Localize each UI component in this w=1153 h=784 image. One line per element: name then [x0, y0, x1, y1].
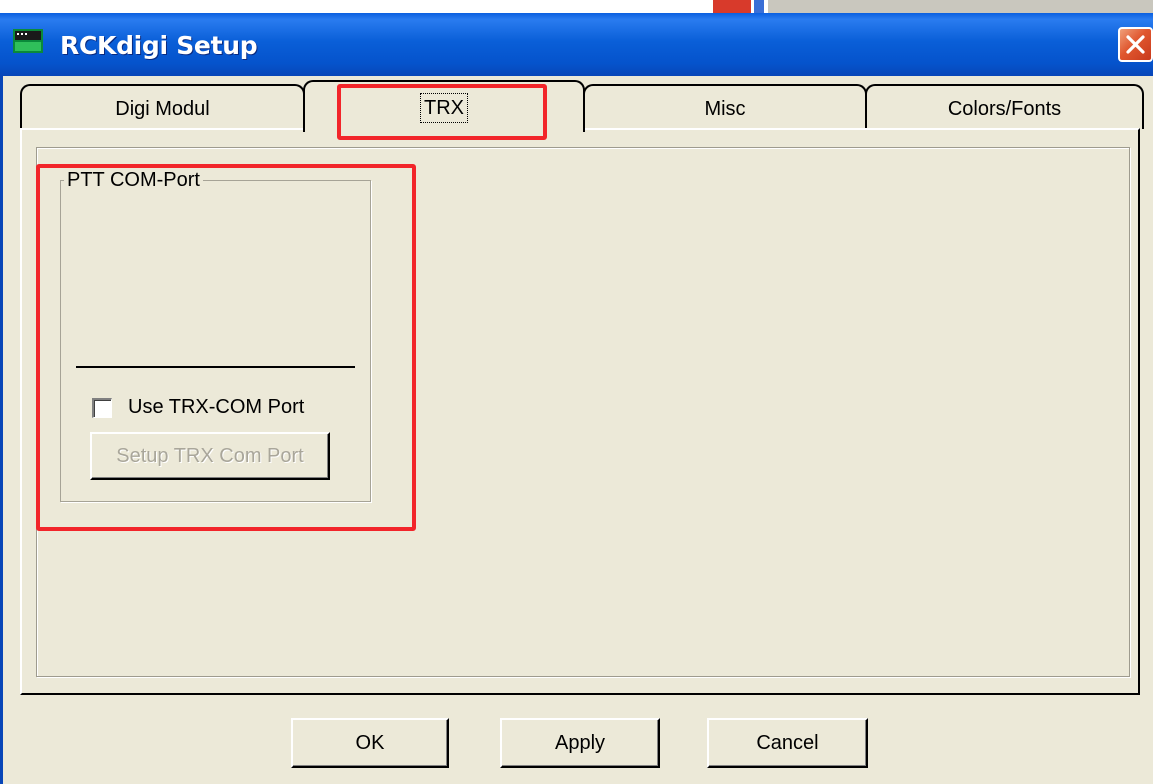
background-window-strip [0, 0, 1153, 13]
close-button[interactable] [1118, 27, 1153, 62]
cancel-button[interactable]: Cancel [707, 718, 868, 768]
close-icon [1126, 35, 1145, 54]
window-title: RCKdigi Setup [60, 31, 258, 60]
tab-trx-label: TRX [420, 93, 468, 123]
setup-trx-com-port-button[interactable]: Setup TRX Com Port [90, 432, 330, 480]
window-frame [0, 76, 3, 784]
tab-colors-fonts[interactable]: Colors/Fonts [865, 84, 1144, 129]
title-bar[interactable]: RCKdigi Setup [0, 13, 1153, 76]
use-trx-com-port-label[interactable]: Use TRX-COM Port [128, 395, 304, 419]
tab-trx[interactable]: TRX [303, 80, 585, 132]
group-separator [76, 366, 355, 368]
tab-digi-modul[interactable]: Digi Modul [20, 84, 305, 129]
ptt-com-port-group-title: PTT COM-Port [64, 168, 203, 192]
app-icon [13, 29, 43, 53]
ok-button[interactable]: OK [291, 718, 449, 768]
use-trx-com-port-checkbox[interactable] [92, 398, 112, 418]
tab-misc[interactable]: Misc [583, 84, 867, 129]
apply-button[interactable]: Apply [500, 718, 660, 768]
